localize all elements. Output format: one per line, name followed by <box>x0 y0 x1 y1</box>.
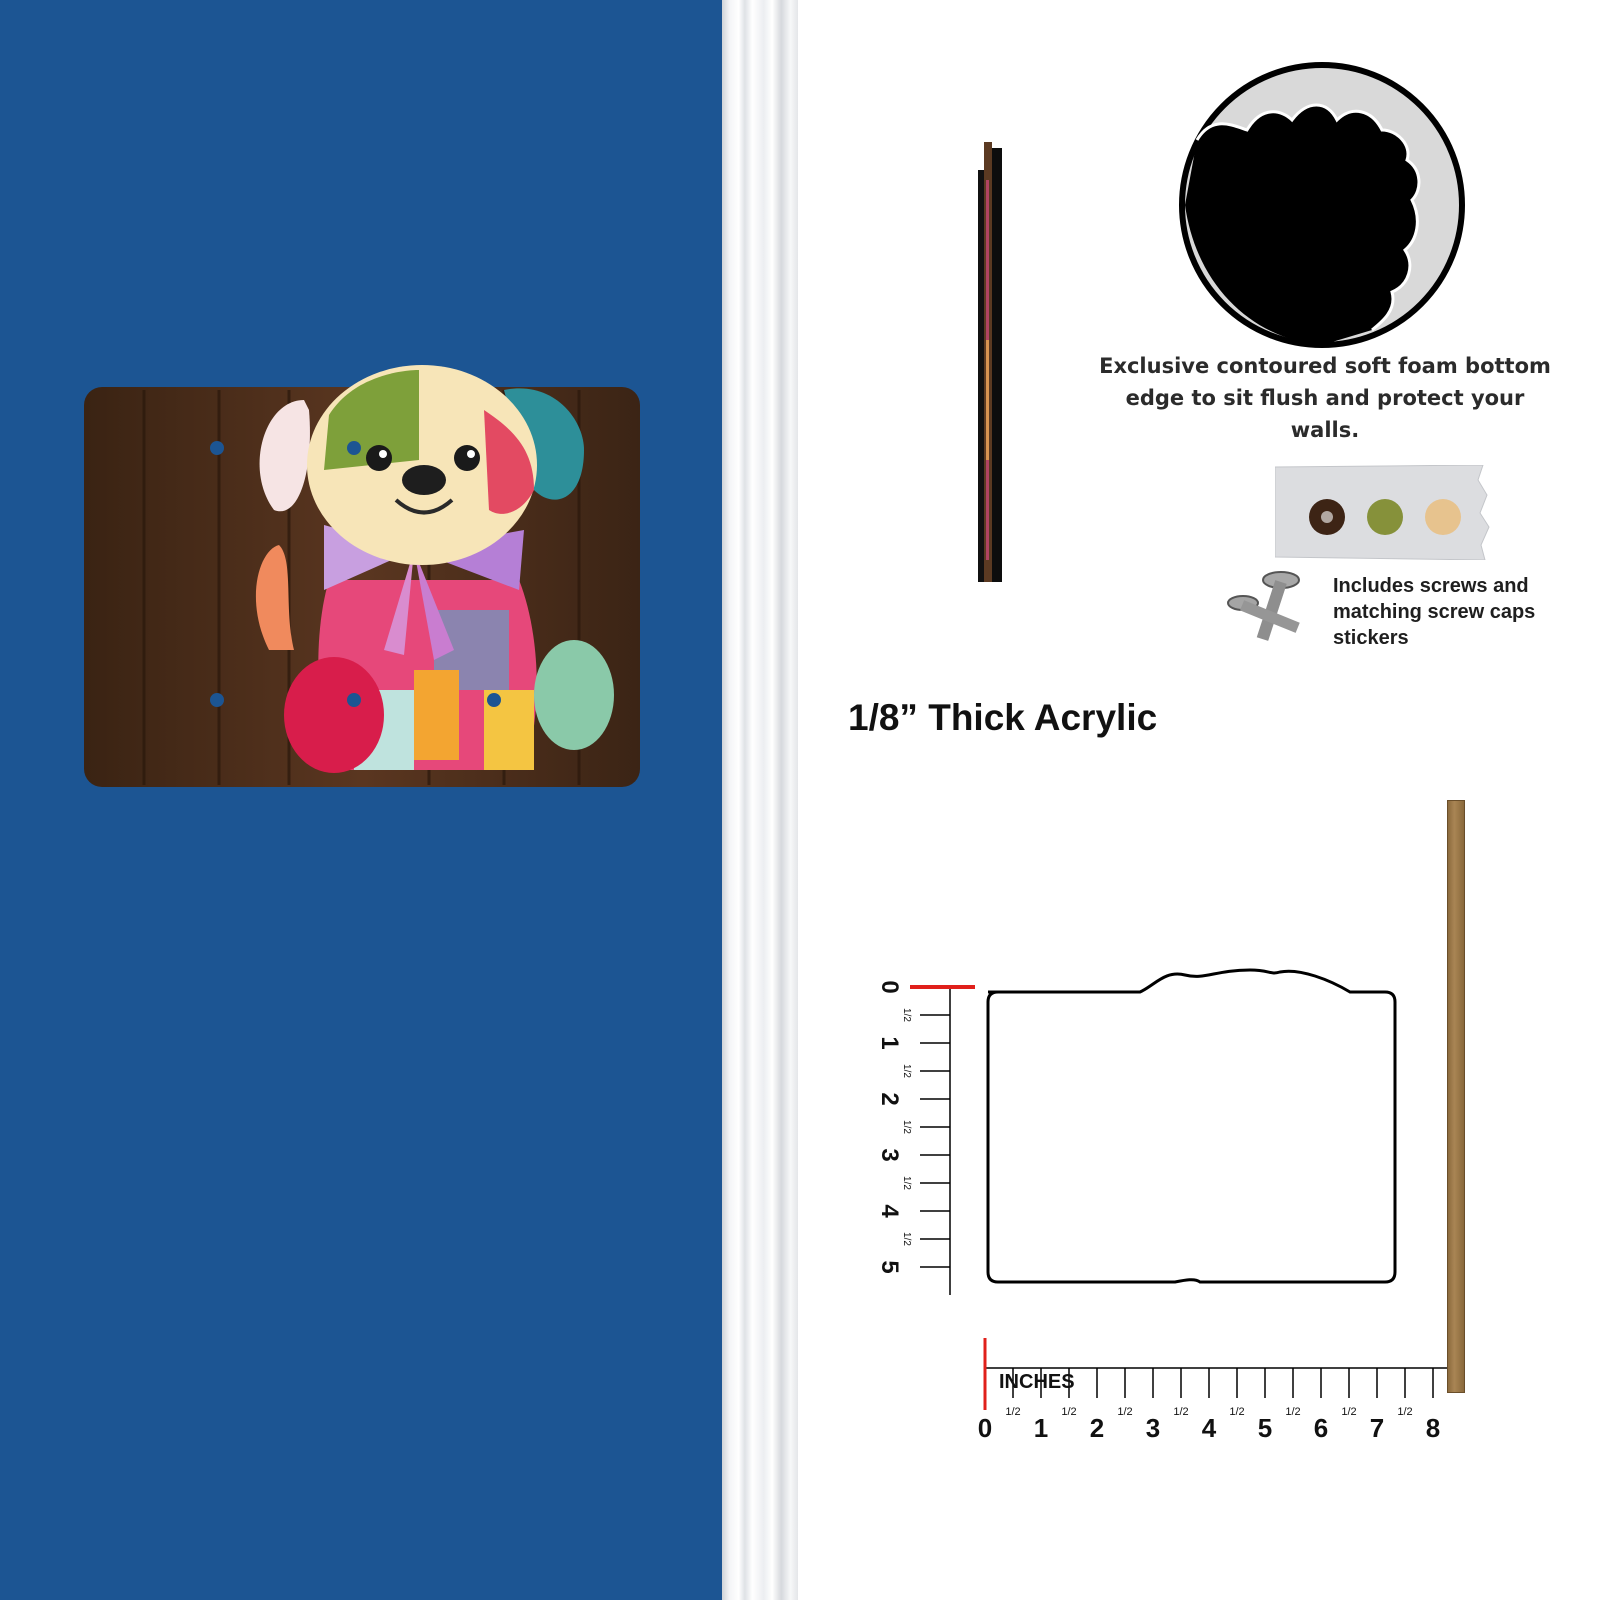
patchwork-puppy-sign-image <box>84 365 640 787</box>
vertical-ruler-label: 2 <box>876 1092 903 1105</box>
size-diagram: 0 1 2 3 4 5 1/2 1/2 1/2 1/2 1/2 0 1 2 3 … <box>876 968 1455 1443</box>
sign-outline <box>986 968 1397 1284</box>
horizontal-ruler-half-label: 1/2 <box>1229 1406 1244 1418</box>
vertical-ruler-half-label: 1/2 <box>901 1232 912 1246</box>
horizontal-ruler-label: 8 <box>1426 1413 1440 1443</box>
screws-description-text: Includes screws and matching screw caps … <box>1333 575 1536 649</box>
horizontal-ruler-ticks <box>1012 1368 1434 1398</box>
horizontal-ruler-half-label: 1/2 <box>1341 1406 1356 1418</box>
vertical-ruler-ticks <box>920 1014 950 1268</box>
vertical-ruler-label: 3 <box>876 1148 903 1161</box>
acrylic-side-view <box>978 142 1002 582</box>
vertical-ruler-half-label: 1/2 <box>901 1120 912 1134</box>
vertical-ruler-half-label: 1/2 <box>901 1064 912 1078</box>
horizontal-ruler-label: 7 <box>1370 1413 1384 1443</box>
screws-icon <box>1227 571 1300 641</box>
horizontal-ruler-half-label: 1/2 <box>1117 1406 1132 1418</box>
vertical-ruler-half-label: 1/2 <box>901 1176 912 1190</box>
horizontal-ruler-label: 6 <box>1314 1413 1328 1443</box>
horizontal-ruler-label: 2 <box>1090 1413 1104 1443</box>
vertical-ruler-half-label: 1/2 <box>901 1008 912 1022</box>
horizontal-ruler-half-label: 1/2 <box>1005 1406 1020 1418</box>
vertical-ruler-label: 1 <box>876 1036 903 1049</box>
vertical-ruler-label: 0 <box>876 980 903 993</box>
horizontal-ruler-label: 0 <box>978 1413 992 1443</box>
screw-caps-sticker-icon <box>1275 465 1490 560</box>
wall-background <box>0 0 722 1600</box>
wall-trim-divider <box>722 0 798 1600</box>
horizontal-ruler-label: 5 <box>1258 1413 1272 1443</box>
horizontal-ruler-half-label: 1/2 <box>1397 1406 1412 1418</box>
thickness-label: 1/8” Thick Acrylic <box>848 697 1158 738</box>
foam-description-text: Exclusive contoured soft foam bottom edg… <box>1099 354 1551 442</box>
acrylic-thickness-bar <box>1447 800 1465 1393</box>
horizontal-ruler-label: 1 <box>1034 1413 1048 1443</box>
horizontal-ruler-label: 3 <box>1146 1413 1160 1443</box>
horizontal-ruler-half-label: 1/2 <box>1061 1406 1076 1418</box>
horizontal-ruler-label: 4 <box>1202 1413 1217 1443</box>
ruler-units-label: INCHES <box>999 1371 1075 1393</box>
foam-edge-closeup-icon <box>1179 62 1465 348</box>
vertical-ruler-label: 4 <box>876 1204 903 1218</box>
horizontal-ruler-half-label: 1/2 <box>1173 1406 1188 1418</box>
vertical-ruler-label: 5 <box>876 1260 903 1273</box>
horizontal-ruler-half-label: 1/2 <box>1285 1406 1300 1418</box>
